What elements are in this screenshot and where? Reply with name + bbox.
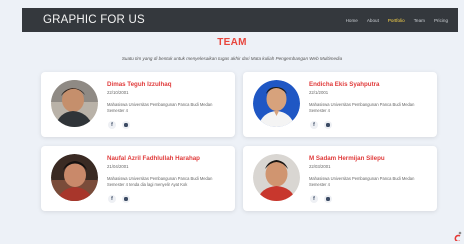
nav-portfolio-link[interactable]: Portfolio: [388, 18, 405, 23]
social-links: f: [108, 121, 130, 129]
team-card: Dimas Teguh Izzulhaq 22/10/2001 Mahasisw…: [41, 72, 235, 137]
nav-pricing-link[interactable]: Pricing: [434, 18, 448, 23]
team-section-title: TEAM: [217, 37, 247, 48]
social-links: f: [310, 121, 332, 129]
member-name: M Sadam Hermijan Silepu: [309, 155, 385, 162]
member-description: Mahasiswa Universitas Pembangunan Panca …: [309, 102, 415, 113]
member-name: Naufal Azril Fadhlullah Harahap: [107, 155, 200, 162]
facebook-icon[interactable]: f: [108, 121, 116, 129]
member-description: Mahasiswa Universitas Pembangunan Panca …: [309, 176, 415, 187]
brand-logo-text[interactable]: GRAPHIC FOR US: [43, 14, 145, 26]
top-navbar: GRAPHIC FOR US Home About Portfolio Team…: [22, 8, 458, 32]
team-card: Naufal Azril Fadhlullah Harahap 21/04/20…: [41, 146, 235, 211]
facebook-icon[interactable]: f: [108, 195, 116, 203]
member-description: Mahasiswa Universitas Pembangunan Panca …: [107, 176, 213, 187]
member-birthdate: 21/04/2001: [107, 164, 129, 169]
instagram-icon[interactable]: [122, 195, 130, 203]
instagram-icon[interactable]: [324, 195, 332, 203]
avatar: [253, 80, 300, 127]
member-name: Endicha Ekis Syahputra: [309, 81, 380, 88]
team-section-subtitle: Suatu tim yang di bentuk untuk menyelesa…: [121, 56, 343, 61]
member-name: Dimas Teguh Izzulhaq: [107, 81, 172, 88]
nav-links: Home About Portfolio Team Pricing: [346, 18, 448, 23]
avatar: [253, 154, 300, 201]
page: GRAPHIC FOR US Home About Portfolio Team…: [0, 0, 464, 244]
member-birthdate: 22/03/2001: [309, 164, 331, 169]
social-links: f: [108, 195, 130, 203]
nav-team-link[interactable]: Team: [414, 18, 425, 23]
nav-home-link[interactable]: Home: [346, 18, 358, 23]
member-birthdate: 22/10/2001: [107, 90, 129, 95]
avatar: [51, 154, 98, 201]
floating-widget-icon[interactable]: [452, 228, 462, 243]
team-card: M Sadam Hermijan Silepu 22/03/2001 Mahas…: [243, 146, 437, 211]
facebook-icon[interactable]: f: [310, 195, 318, 203]
instagram-icon[interactable]: [324, 121, 332, 129]
instagram-icon[interactable]: [122, 121, 130, 129]
nav-about-link[interactable]: About: [367, 18, 379, 23]
member-description: Mahasiswa Universitas Pembangunan Panca …: [107, 102, 213, 113]
member-birthdate: 22/1/2001: [309, 90, 329, 95]
avatar: [51, 80, 98, 127]
social-links: f: [310, 195, 332, 203]
facebook-icon[interactable]: f: [310, 121, 318, 129]
team-card: Endicha Ekis Syahputra 22/1/2001 Mahasis…: [243, 72, 437, 137]
